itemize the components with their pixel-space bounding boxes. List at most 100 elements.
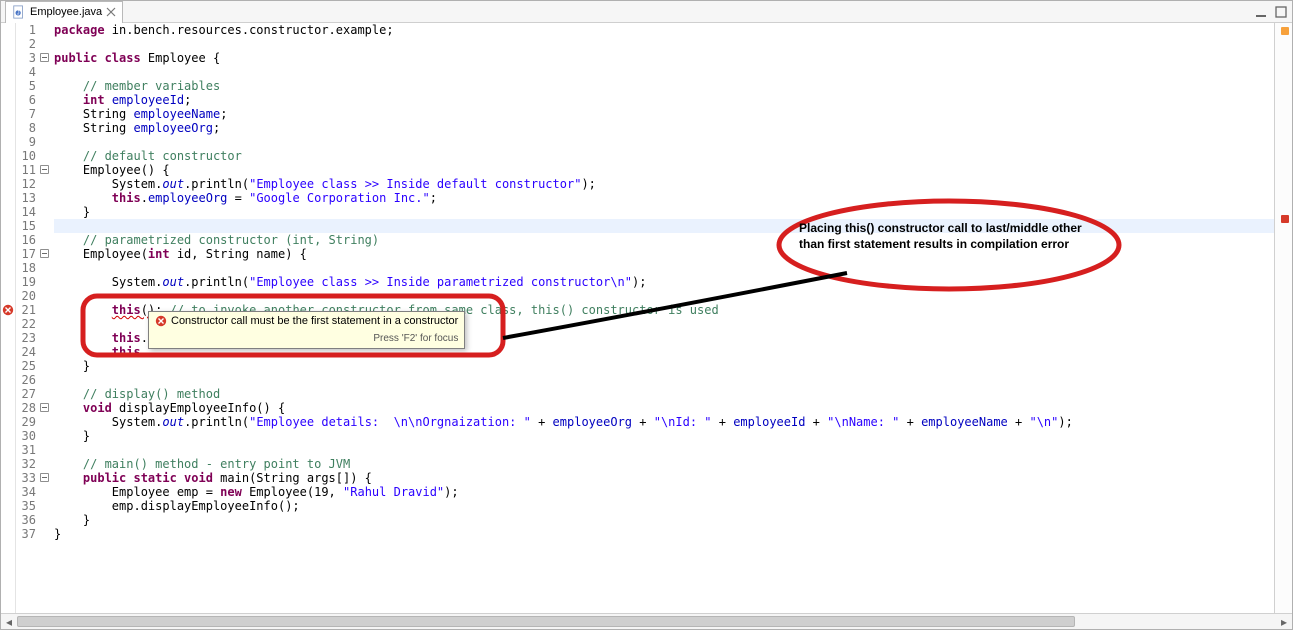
code-line[interactable] <box>54 289 1274 303</box>
line-number: 3 <box>16 51 36 65</box>
line-number: 34 <box>16 485 36 499</box>
scroll-track[interactable] <box>17 616 1276 627</box>
code-line[interactable] <box>54 443 1274 457</box>
code-line[interactable] <box>54 219 1274 233</box>
code-line[interactable] <box>54 37 1274 51</box>
line-number: 24 <box>16 345 36 359</box>
code-line[interactable]: public class Employee { <box>54 51 1274 65</box>
line-number: 35 <box>16 499 36 513</box>
tooltip-hint: Press 'F2' for focus <box>149 330 464 348</box>
code-line[interactable]: int employeeId; <box>54 93 1274 107</box>
code-line[interactable]: package in.bench.resources.constructor.e… <box>54 23 1274 37</box>
code-line[interactable]: } <box>54 429 1274 443</box>
line-number: 11 <box>16 163 36 177</box>
code-line[interactable] <box>54 135 1274 149</box>
line-number: 21 <box>16 303 36 317</box>
code-line[interactable]: public static void main(String args[]) { <box>54 471 1274 485</box>
code-line[interactable]: } <box>54 205 1274 219</box>
line-number: 32 <box>16 457 36 471</box>
overview-warning-marker[interactable] <box>1281 27 1289 35</box>
tooltip-message: Constructor call must be the first state… <box>171 314 458 328</box>
gutter-error-icon[interactable] <box>2 304 14 319</box>
code-line[interactable]: } <box>54 359 1274 373</box>
line-number: 16 <box>16 233 36 247</box>
code-line[interactable]: emp.displayEmployeeInfo(); <box>54 499 1274 513</box>
line-number: 12 <box>16 177 36 191</box>
line-number: 6 <box>16 93 36 107</box>
line-number: 10 <box>16 149 36 163</box>
code-line[interactable] <box>54 373 1274 387</box>
line-number: 26 <box>16 373 36 387</box>
code-line[interactable]: } <box>54 527 1274 541</box>
error-tooltip: Constructor call must be the first state… <box>148 311 465 349</box>
maximize-icon[interactable] <box>1274 5 1288 19</box>
code-editor[interactable]: 1234567891011121314151617181920212223242… <box>1 23 1292 613</box>
code-line[interactable]: // display() method <box>54 387 1274 401</box>
line-number: 36 <box>16 513 36 527</box>
tab-toolbar <box>1254 5 1288 19</box>
scroll-right-button[interactable]: ▸ <box>1276 614 1292 630</box>
line-number: 13 <box>16 191 36 205</box>
tab-filename: Employee.java <box>30 6 102 18</box>
fold-ruler <box>40 23 50 613</box>
code-line[interactable] <box>54 261 1274 275</box>
code-line[interactable]: System.out.println("Employee class >> In… <box>54 177 1274 191</box>
editor-window: J Employee.java 123456789101112131415161… <box>0 0 1293 630</box>
line-number: 25 <box>16 359 36 373</box>
line-number-gutter: 1234567891011121314151617181920212223242… <box>16 23 40 613</box>
line-number: 5 <box>16 79 36 93</box>
code-line[interactable]: // member variables <box>54 79 1274 93</box>
code-line[interactable]: // parametrized constructor (int, String… <box>54 233 1274 247</box>
scroll-thumb[interactable] <box>17 616 1075 627</box>
code-area[interactable]: package in.bench.resources.constructor.e… <box>50 23 1274 613</box>
file-tab[interactable]: J Employee.java <box>5 1 123 23</box>
code-line[interactable]: Employee() { <box>54 163 1274 177</box>
line-number: 37 <box>16 527 36 541</box>
overview-ruler[interactable] <box>1274 23 1292 613</box>
java-file-icon: J <box>12 5 26 19</box>
line-number: 14 <box>16 205 36 219</box>
marker-ruler <box>1 23 16 613</box>
code-line[interactable]: Employee(int id, String name) { <box>54 247 1274 261</box>
fold-toggle[interactable] <box>40 165 49 174</box>
code-line[interactable]: System.out.println("Employee class >> In… <box>54 275 1274 289</box>
line-number: 18 <box>16 261 36 275</box>
line-number: 19 <box>16 275 36 289</box>
code-line[interactable]: // main() method - entry point to JVM <box>54 457 1274 471</box>
code-line[interactable]: // default constructor <box>54 149 1274 163</box>
line-number: 9 <box>16 135 36 149</box>
horizontal-scrollbar[interactable]: ◂ ▸ <box>1 613 1292 629</box>
line-number: 7 <box>16 107 36 121</box>
code-line[interactable]: String employeeOrg; <box>54 121 1274 135</box>
line-number: 33 <box>16 471 36 485</box>
close-icon[interactable] <box>106 7 116 17</box>
code-line[interactable]: this.employeeOrg = "Google Corporation I… <box>54 191 1274 205</box>
line-number: 17 <box>16 247 36 261</box>
fold-toggle[interactable] <box>40 249 49 258</box>
fold-toggle[interactable] <box>40 473 49 482</box>
minimize-icon[interactable] <box>1254 5 1268 19</box>
line-number: 22 <box>16 317 36 331</box>
tab-bar: J Employee.java <box>1 1 1292 23</box>
code-line[interactable]: System.out.println("Employee details: \n… <box>54 415 1274 429</box>
line-number: 31 <box>16 443 36 457</box>
line-number: 15 <box>16 219 36 233</box>
overview-error-marker[interactable] <box>1281 215 1289 223</box>
svg-text:J: J <box>17 11 20 17</box>
scroll-left-button[interactable]: ◂ <box>1 614 17 630</box>
code-line[interactable]: } <box>54 513 1274 527</box>
code-line[interactable] <box>54 65 1274 79</box>
error-icon <box>155 315 167 327</box>
line-number: 1 <box>16 23 36 37</box>
line-number: 30 <box>16 429 36 443</box>
code-line[interactable]: void displayEmployeeInfo() { <box>54 401 1274 415</box>
line-number: 8 <box>16 121 36 135</box>
line-number: 27 <box>16 387 36 401</box>
line-number: 28 <box>16 401 36 415</box>
fold-toggle[interactable] <box>40 403 49 412</box>
code-line[interactable]: Employee emp = new Employee(19, "Rahul D… <box>54 485 1274 499</box>
line-number: 29 <box>16 415 36 429</box>
fold-toggle[interactable] <box>40 53 49 62</box>
line-number: 20 <box>16 289 36 303</box>
code-line[interactable]: String employeeName; <box>54 107 1274 121</box>
